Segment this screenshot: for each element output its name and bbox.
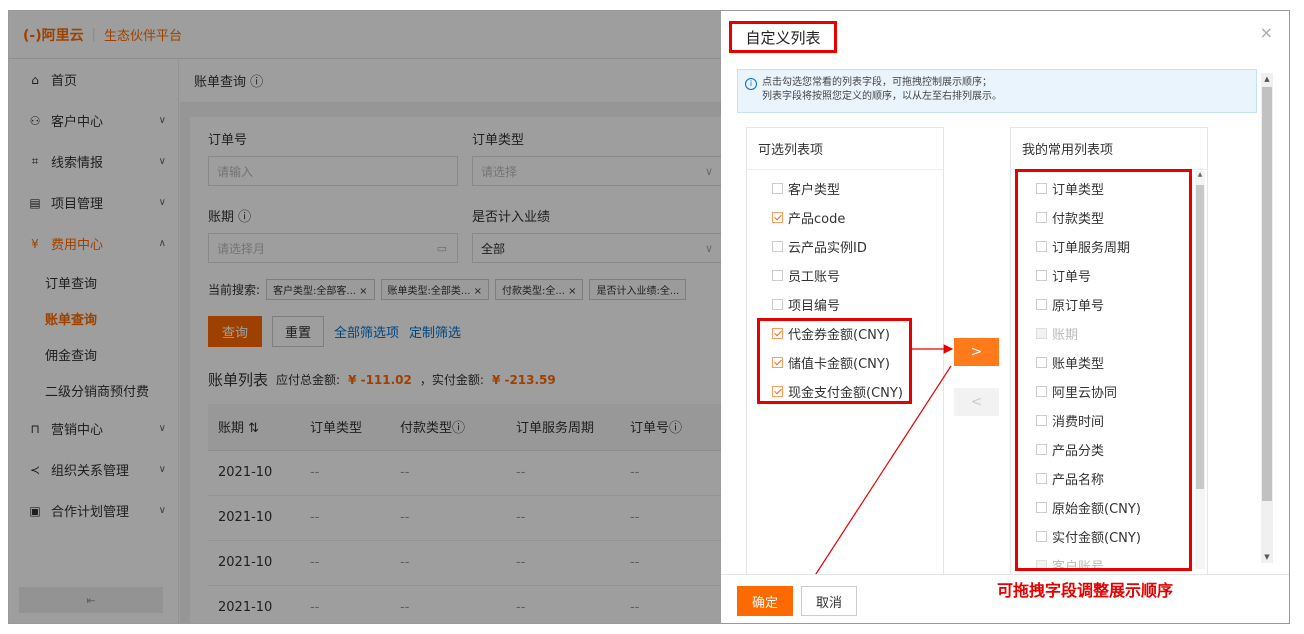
tip-line-1: 点击勾选您常看的列表字段，可拖拽控制展示顺序； xyxy=(762,77,992,88)
info-tip: i 点击勾选您常看的列表字段，可拖拽控制展示顺序； 列表字段将按照您定义的顺序，… xyxy=(737,69,1257,113)
column-label: 账期 xyxy=(1052,328,1079,343)
checked-checkbox[interactable] xyxy=(772,328,783,339)
scroll-thumb[interactable] xyxy=(1262,87,1272,501)
my-column-item[interactable]: 订单类型 xyxy=(1011,174,1207,203)
my-column-item[interactable]: 账单类型 xyxy=(1011,348,1207,377)
my-column-item[interactable]: 订单服务周期 xyxy=(1011,232,1207,261)
checkbox[interactable] xyxy=(1036,502,1047,513)
drag-hint-annotation: 可拖拽字段调整展示顺序 xyxy=(997,581,1174,600)
column-label: 阿里云协同 xyxy=(1052,386,1118,401)
available-column-item[interactable]: 产品code xyxy=(747,203,943,232)
column-label: 代金券金额(CNY) xyxy=(788,328,890,343)
my-column-item[interactable]: 消费时间 xyxy=(1011,406,1207,435)
available-column-item[interactable]: 员工账号 xyxy=(747,261,943,290)
checkbox[interactable] xyxy=(1036,473,1047,484)
column-label: 项目编号 xyxy=(788,299,841,314)
column-label: 原始金额(CNY) xyxy=(1052,502,1141,517)
my-columns-list: 订单类型付款类型订单服务周期 订单号原订单号账期账单类型阿里云协同消费时间产品分类… xyxy=(1011,170,1207,568)
checkbox[interactable] xyxy=(1036,386,1047,397)
checkbox[interactable] xyxy=(1036,444,1047,455)
checkbox xyxy=(1036,560,1047,568)
checkbox[interactable] xyxy=(1036,299,1047,310)
column-label: 订单服务周期 xyxy=(1052,241,1131,256)
checked-checkbox[interactable] xyxy=(772,212,783,223)
my-column-item[interactable]: 订单号 xyxy=(1011,261,1207,290)
move-right-button[interactable]: > xyxy=(954,338,999,366)
column-label: 客户账号 xyxy=(1052,560,1105,568)
available-column-item[interactable]: 客户类型 xyxy=(747,174,943,203)
checkbox[interactable] xyxy=(772,299,783,310)
my-columns-panel: 我的常用列表项 订单类型付款类型订单服务周期 订单号原订单号账期账单类型阿里云协同… xyxy=(1010,127,1208,574)
dialog-scrollbar[interactable]: ▲ ▼ xyxy=(1261,73,1273,563)
available-column-item[interactable]: 现金支付金额(CNY) xyxy=(747,377,943,406)
checkbox[interactable] xyxy=(1036,241,1047,252)
column-label: 订单类型 xyxy=(1052,183,1105,198)
my-column-item[interactable]: 阿里云协同 xyxy=(1011,377,1207,406)
checkbox[interactable] xyxy=(772,183,783,194)
checkbox xyxy=(1036,328,1047,339)
dialog-title: 自定义列表 xyxy=(729,21,837,53)
my-column-item[interactable]: 原订单号 xyxy=(1011,290,1207,319)
modal-backdrop[interactable] xyxy=(9,11,729,623)
column-label: 订单号 xyxy=(1052,270,1092,285)
my-column-item: 账期 xyxy=(1011,319,1207,348)
available-column-item[interactable]: 云产品实例ID xyxy=(747,232,943,261)
checkbox[interactable] xyxy=(1036,357,1047,368)
column-label: 付款类型 xyxy=(1052,212,1105,227)
column-label: 消费时间 xyxy=(1052,415,1105,430)
info-icon: i xyxy=(745,78,757,90)
column-label: 储值卡金额(CNY) xyxy=(788,357,890,372)
custom-columns-dialog: 自定义列表 × i 点击勾选您常看的列表字段，可拖拽控制展示顺序； 列表字段将按… xyxy=(721,11,1289,623)
confirm-button[interactable]: 确定 xyxy=(737,586,793,616)
scroll-thumb[interactable] xyxy=(1196,185,1204,489)
checkbox[interactable] xyxy=(1036,531,1047,542)
app-window: (-)阿里云 | 生态伙伴平台 ⌂ 首页 ⚇ 客户中心 ∨ ⌗ 线索情报 ∨ ▤… xyxy=(8,10,1290,624)
column-label: 云产品实例ID xyxy=(788,241,867,256)
available-column-item[interactable]: 项目编号 xyxy=(747,290,943,319)
close-icon[interactable]: × xyxy=(1260,23,1273,42)
column-label: 原订单号 xyxy=(1052,299,1105,314)
available-column-item[interactable]: 储值卡金额(CNY) xyxy=(747,348,943,377)
checked-checkbox[interactable] xyxy=(772,357,783,368)
checkbox[interactable] xyxy=(1036,212,1047,223)
column-label: 账单类型 xyxy=(1052,357,1105,372)
my-column-item: 客户账号 xyxy=(1011,551,1207,568)
my-column-item[interactable]: 产品名称 xyxy=(1011,464,1207,493)
cancel-button[interactable]: 取消 xyxy=(801,586,857,616)
my-column-item[interactable]: 原始金额(CNY) xyxy=(1011,493,1207,522)
checkbox[interactable] xyxy=(772,241,783,252)
column-label: 产品分类 xyxy=(1052,444,1105,459)
column-label: 现金支付金额(CNY) xyxy=(788,386,903,401)
scroll-down-icon[interactable]: ▼ xyxy=(1261,551,1273,563)
my-column-item[interactable]: 实付金额(CNY) xyxy=(1011,522,1207,551)
column-label: 客户类型 xyxy=(788,183,841,198)
checkbox[interactable] xyxy=(1036,270,1047,281)
available-column-item[interactable]: 代金券金额(CNY) xyxy=(747,319,943,348)
checked-checkbox[interactable] xyxy=(772,386,783,397)
column-label: 实付金额(CNY) xyxy=(1052,531,1141,546)
checkbox[interactable] xyxy=(772,270,783,281)
checkbox[interactable] xyxy=(1036,183,1047,194)
scroll-up-icon[interactable]: ▲ xyxy=(1195,171,1205,178)
scroll-up-icon[interactable]: ▲ xyxy=(1261,73,1273,85)
move-left-button[interactable]: < xyxy=(954,388,999,416)
available-columns-list: 客户类型产品code 云产品实例ID 员工账号项目编号代金券金额(CNY) 储值卡金额… xyxy=(747,170,943,406)
my-columns-scrollbar[interactable]: ▲ xyxy=(1195,171,1205,569)
tip-line-2: 列表字段将按照您定义的顺序，以从左至右排列展示。 xyxy=(762,91,1002,102)
available-columns-panel: 可选列表项 客户类型产品code 云产品实例ID 员工账号项目编号代金券金额(CNY… xyxy=(746,127,944,574)
my-columns-title: 我的常用列表项 xyxy=(1011,128,1207,170)
my-column-item[interactable]: 付款类型 xyxy=(1011,203,1207,232)
column-label: 产品名称 xyxy=(1052,473,1105,488)
my-column-item[interactable]: 产品分类 xyxy=(1011,435,1207,464)
column-label: 员工账号 xyxy=(788,270,841,285)
column-label: 产品code xyxy=(788,212,846,227)
checkbox[interactable] xyxy=(1036,415,1047,426)
available-columns-title: 可选列表项 xyxy=(747,128,943,170)
